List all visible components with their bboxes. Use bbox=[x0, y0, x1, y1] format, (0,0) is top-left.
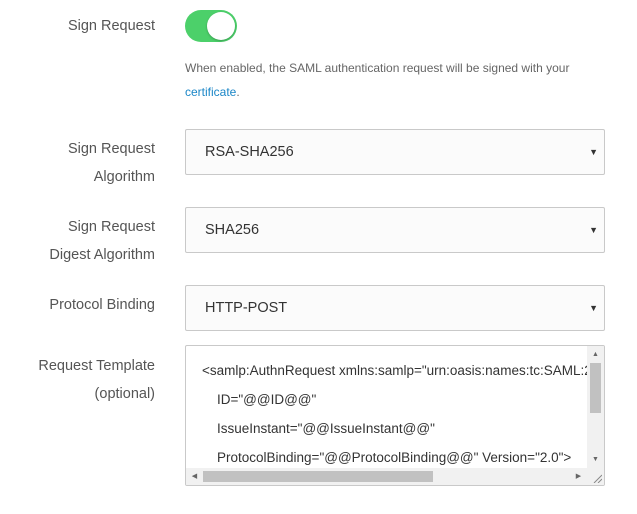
scroll-left-icon[interactable]: ◀ bbox=[186, 468, 203, 485]
sign-algorithm-label-line2: Algorithm bbox=[93, 169, 155, 185]
sign-algorithm-label-line1: Sign Request bbox=[67, 141, 155, 157]
request-template-label-line2: (optional) bbox=[94, 386, 155, 402]
resize-handle-icon[interactable] bbox=[587, 468, 604, 485]
toggle-knob bbox=[207, 12, 235, 40]
digest-algorithm-label: Sign Request Digest Algorithm bbox=[49, 213, 155, 269]
template-line: ProtocolBinding="@@ProtocolBinding@@" Ve… bbox=[202, 450, 572, 465]
digest-algorithm-select[interactable]: SHA256 ▼ bbox=[185, 207, 605, 253]
chevron-down-icon: ▼ bbox=[589, 225, 598, 235]
sign-algorithm-label: Sign Request Algorithm bbox=[68, 135, 155, 191]
sign-request-toggle[interactable] bbox=[185, 10, 237, 42]
help-suffix: . bbox=[236, 85, 240, 99]
help-text: When enabled, the SAML authentication re… bbox=[185, 61, 570, 75]
scroll-right-icon[interactable]: ▶ bbox=[570, 468, 587, 485]
protocol-binding-label: Protocol Binding bbox=[49, 297, 155, 313]
request-template-label-line1: Request Template bbox=[38, 358, 155, 374]
protocol-binding-value: HTTP-POST bbox=[205, 300, 288, 316]
request-template-content[interactable]: <samlp:AuthnRequest xmlns:samlp="urn:oas… bbox=[202, 356, 588, 468]
template-line: IssueInstant="@@IssueInstant@@" bbox=[202, 421, 435, 436]
sign-algorithm-select[interactable]: RSA-SHA256 ▼ bbox=[185, 129, 605, 175]
vertical-scroll-thumb[interactable] bbox=[590, 363, 601, 413]
template-line: ID="@@ID@@" bbox=[202, 392, 317, 407]
chevron-down-icon: ▼ bbox=[589, 147, 598, 157]
digest-algorithm-label-line2: Digest Algorithm bbox=[49, 247, 155, 263]
protocol-binding-select[interactable]: HTTP-POST ▼ bbox=[185, 285, 605, 331]
sign-algorithm-value: RSA-SHA256 bbox=[205, 144, 294, 160]
digest-algorithm-label-line1: Sign Request bbox=[67, 219, 155, 235]
scroll-down-icon[interactable]: ▼ bbox=[587, 451, 604, 468]
request-template-textarea[interactable]: <samlp:AuthnRequest xmlns:samlp="urn:oas… bbox=[185, 345, 605, 486]
request-template-label: Request Template (optional) bbox=[38, 352, 155, 408]
certificate-link[interactable]: certificate bbox=[185, 85, 236, 99]
template-line: <samlp:AuthnRequest xmlns:samlp="urn:oas… bbox=[202, 363, 588, 378]
horizontal-scrollbar[interactable]: ◀ ▶ bbox=[186, 468, 587, 485]
scroll-up-icon[interactable]: ▲ bbox=[587, 346, 604, 363]
vertical-scrollbar[interactable]: ▲ ▼ bbox=[587, 346, 604, 468]
chevron-down-icon: ▼ bbox=[589, 303, 598, 313]
digest-algorithm-value: SHA256 bbox=[205, 222, 260, 238]
sign-request-label: Sign Request bbox=[67, 18, 155, 34]
horizontal-scroll-thumb[interactable] bbox=[203, 471, 433, 482]
sign-request-help: When enabled, the SAML authentication re… bbox=[185, 56, 605, 104]
